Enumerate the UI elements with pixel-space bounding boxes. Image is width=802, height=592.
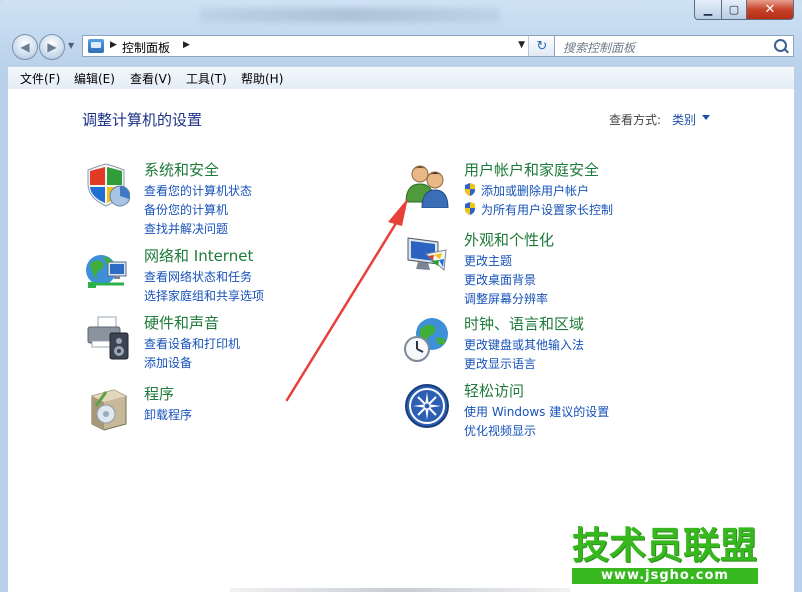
annotation-arrow-icon: [285, 198, 408, 402]
watermark-title: 技术员联盟: [572, 524, 757, 567]
watermark: 技术员联盟 www.jsgho.com: [572, 526, 762, 584]
watermark-url: www.jsgho.com: [572, 568, 758, 584]
control-panel-window: ▁ ▢ ✕ ◀ ▶ ▼ ▶ 控制面板 ▶ ▼ ↻ 搜索控制面板 文件(F) 编辑…: [0, 0, 802, 592]
scroll-hint: [230, 588, 570, 592]
